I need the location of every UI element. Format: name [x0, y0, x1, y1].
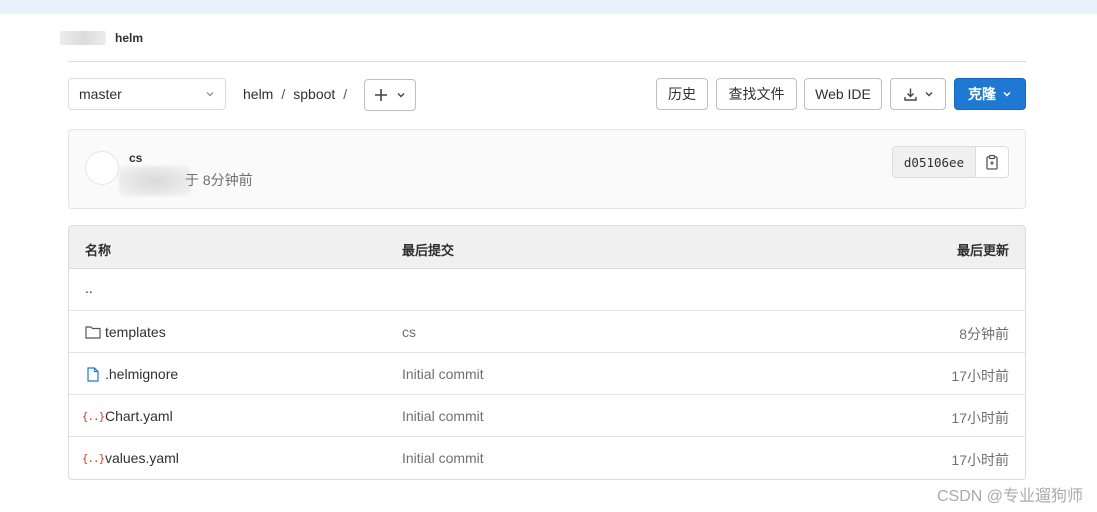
clone-button-label: 克隆	[968, 86, 996, 102]
download-icon	[903, 88, 917, 101]
last-commit-panel: cs 于 8分钟前 d05106ee	[68, 129, 1026, 209]
last-update-time: 17小时前	[951, 452, 1009, 468]
file-name-cell[interactable]: templates	[85, 324, 166, 340]
branch-select-value: master	[79, 86, 122, 102]
table-header: 名称 最后提交 最后更新	[69, 226, 1025, 269]
repo-toolbar: master helm / spboot / 历史 查找文件 Web IDE 克…	[68, 78, 1026, 112]
commit-time: 于 8分钟前	[185, 172, 253, 188]
clone-button[interactable]: 克隆	[954, 78, 1026, 110]
last-update-time: 17小时前	[951, 410, 1009, 426]
table-row: .helmignore Initial commit 17小时前	[69, 353, 1025, 395]
table-row: {..} values.yaml Initial commit 17小时前	[69, 437, 1025, 479]
folder-icon	[85, 324, 101, 340]
watermark: CSDN @专业遛狗师	[936, 488, 1083, 505]
path-separator: /	[281, 86, 286, 102]
commit-title[interactable]: cs	[129, 151, 142, 165]
chevron-down-icon	[206, 92, 214, 97]
column-header-last-update: 最后更新	[956, 243, 1009, 258]
chevron-down-icon	[925, 92, 932, 97]
file-name-cell[interactable]: .helmignore	[85, 366, 178, 382]
plus-icon	[375, 89, 387, 101]
file-name[interactable]: .helmignore	[105, 366, 178, 382]
table-row: templates cs 8分钟前	[69, 311, 1025, 353]
column-header-last-commit: 最后提交	[402, 243, 455, 258]
add-to-tree-button[interactable]	[364, 79, 416, 111]
last-commit-message[interactable]: cs	[402, 324, 416, 340]
avatar[interactable]	[85, 151, 119, 185]
file-icon	[85, 366, 101, 382]
table-row-parent[interactable]: ..	[69, 269, 1025, 311]
blurred-author-name	[119, 166, 191, 196]
file-name[interactable]: templates	[105, 324, 166, 340]
breadcrumb-project-link[interactable]: helm	[115, 31, 143, 45]
yaml-icon: {..}	[81, 451, 106, 465]
history-button[interactable]: 历史	[656, 78, 708, 110]
file-name-cell[interactable]: {..} values.yaml	[81, 450, 179, 466]
last-commit-message[interactable]: Initial commit	[402, 408, 484, 424]
last-update-time: 17小时前	[951, 368, 1009, 384]
download-button[interactable]	[890, 78, 946, 110]
blurred-group-name	[60, 31, 106, 45]
chevron-down-icon	[1003, 91, 1011, 97]
file-name[interactable]: Chart.yaml	[105, 408, 173, 424]
commit-sha[interactable]: d05106ee	[893, 147, 975, 177]
copy-sha-button[interactable]	[975, 147, 1008, 177]
path-segment-root[interactable]: helm	[243, 86, 273, 102]
breadcrumb: helm	[60, 30, 143, 46]
file-tree-table: 名称 最后提交 最后更新 .. templates cs 8分钟前 .helmi…	[68, 225, 1026, 480]
last-commit-message[interactable]: Initial commit	[402, 450, 484, 466]
path-segment-dir[interactable]: spboot	[293, 86, 335, 102]
branch-select[interactable]: master	[68, 78, 226, 110]
file-name[interactable]: values.yaml	[105, 450, 179, 466]
parent-directory-link[interactable]: ..	[85, 280, 93, 296]
clipboard-icon	[986, 154, 998, 170]
last-update-time: 8分钟前	[959, 326, 1009, 342]
table-row: {..} Chart.yaml Initial commit 17小时前	[69, 395, 1025, 437]
top-banner-strip	[0, 0, 1097, 14]
find-file-button[interactable]: 查找文件	[716, 78, 797, 110]
last-commit-message[interactable]: Initial commit	[402, 366, 484, 382]
path-breadcrumb: helm / spboot /	[243, 78, 355, 110]
yaml-icon: {..}	[81, 409, 106, 423]
column-header-name: 名称	[85, 243, 112, 258]
path-separator: /	[343, 86, 348, 102]
divider	[68, 61, 1026, 62]
web-ide-button[interactable]: Web IDE	[804, 78, 882, 110]
commit-sha-group: d05106ee	[892, 146, 1009, 178]
file-name-cell[interactable]: {..} Chart.yaml	[81, 408, 173, 424]
chevron-down-icon	[397, 93, 405, 98]
